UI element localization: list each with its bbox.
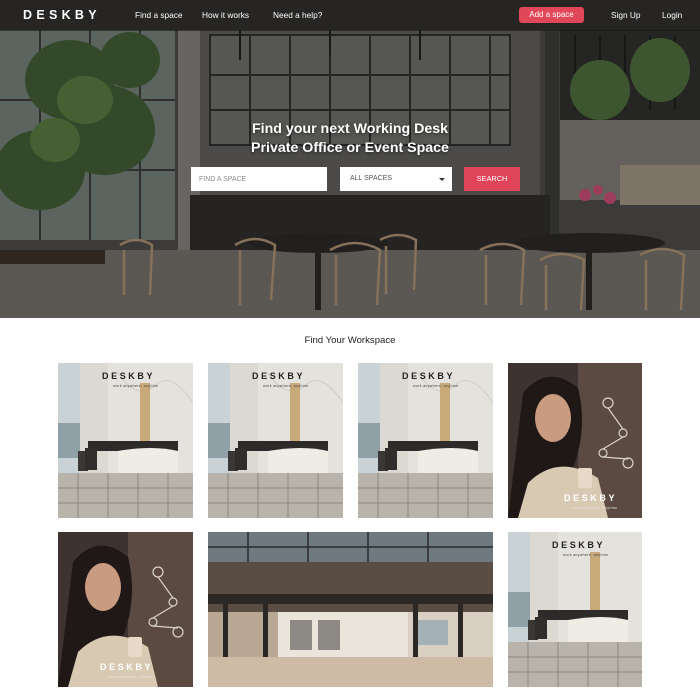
workspace-card[interactable]: DESKBY work anywhere, anytime (208, 363, 343, 518)
hero-overlay (0, 0, 700, 318)
search-button[interactable]: SEARCH (464, 167, 520, 191)
workspace-card[interactable] (208, 532, 493, 687)
deskby-logo[interactable]: DESKBY (23, 8, 101, 23)
space-type-select[interactable]: ALL SPACES (340, 167, 452, 191)
hero-banner: DESKBY Find a space How it works Need a … (0, 0, 700, 318)
login-link[interactable]: Login (662, 10, 682, 21)
nav-find-a-space[interactable]: Find a space (135, 10, 183, 21)
tile-tagline: work anywhere, anytime (413, 384, 459, 388)
hero-headline: Find your next Working Desk Private Offi… (200, 120, 500, 158)
tile-tagline: work anywhere, anytime (113, 384, 159, 388)
tile-tagline: work anywhere, anytime (563, 553, 609, 557)
workspace-card[interactable]: DESKBY work anywhere, anytime (358, 363, 493, 518)
add-space-button[interactable]: Add a space (519, 7, 584, 23)
tile-brand-logo: DESKBY (252, 371, 306, 381)
workspace-card[interactable]: DESKBY work anywhere, anytime (508, 363, 642, 518)
tile-tagline: work anywhere, anytime (108, 675, 154, 679)
nav-need-a-help[interactable]: Need a help? (273, 10, 322, 21)
hero-headline-line1: Find your next Working Desk (251, 121, 449, 137)
sign-up-link[interactable]: Sign Up (611, 10, 641, 21)
tile-brand-logo: DESKBY (102, 371, 156, 381)
workspace-card[interactable]: DESKBY work anywhere, anytime (58, 363, 193, 518)
tile-brand-logo: DESKBY (552, 540, 606, 550)
space-type-selected-value: ALL SPACES (350, 175, 393, 182)
tile-tagline: work anywhere, anytime (572, 506, 618, 510)
find-space-input[interactable] (191, 167, 327, 191)
industrial-hall-photo (208, 532, 493, 687)
tile-brand-logo: DESKBY (564, 493, 618, 503)
tile-tagline: work anywhere, anytime (263, 384, 309, 388)
tile-brand-logo: DESKBY (100, 662, 154, 672)
workspace-card[interactable]: DESKBY work anywhere, anytime (508, 532, 642, 687)
top-navbar: DESKBY Find a space How it works Need a … (0, 0, 700, 31)
chevron-down-icon (439, 178, 445, 181)
hero-headline-line2: Private Office or Event Space (251, 140, 449, 156)
section-title: Find Your Workspace (304, 335, 396, 346)
workspace-card[interactable]: DESKBY work anywhere, anytime (58, 532, 193, 687)
tile-brand-logo: DESKBY (402, 371, 456, 381)
nav-how-it-works[interactable]: How it works (202, 10, 249, 21)
